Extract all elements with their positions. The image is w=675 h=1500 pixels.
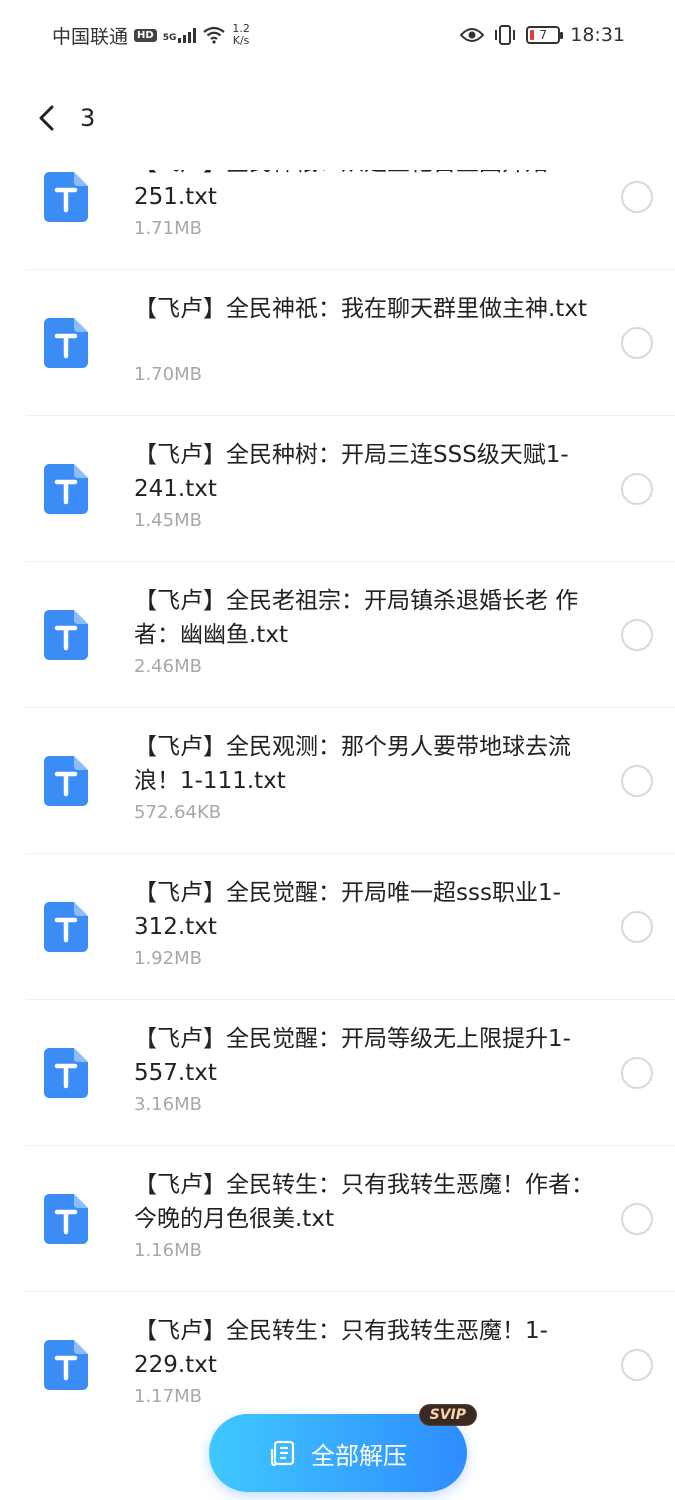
header: 3 (0, 88, 675, 148)
extract-all-label: 全部解压 (311, 1441, 407, 1470)
battery-icon: 7 (526, 26, 564, 44)
status-bar: 中国联通 HD 5G 1.2 K/s 7 18:31 (0, 0, 675, 70)
file-name: 【飞卢】全民觉醒：开局唯一超sss职业1-312.txt (134, 880, 561, 940)
list-item[interactable]: 【飞卢】全民神祇：我在聊天群里做主神.txt 1.70MB (26, 270, 675, 416)
select-radio[interactable] (621, 472, 653, 505)
list-item[interactable]: 【飞卢】全民转生：只有我转生恶魔！作者：今晚的月色很美.txt 1.16MB (26, 1146, 675, 1292)
list-item[interactable]: 【飞卢】全民观测：那个男人要带地球去流浪！1-111.txt 572.64KB (26, 708, 675, 854)
list-item[interactable]: 【飞卢】全民老祖宗：开局镇杀退婚长老 作者：幽幽鱼.txt 2.46MB (26, 562, 675, 708)
file-size: 2.46MB (134, 656, 202, 677)
svip-badge: SVIP (418, 1404, 477, 1426)
file-size: 3.16MB (134, 1094, 202, 1115)
txt-file-icon (44, 755, 88, 806)
txt-file-icon (44, 317, 88, 368)
txt-file-icon (44, 1047, 88, 1098)
file-size: 572.64KB (134, 802, 222, 823)
battery-level: 7 (539, 28, 548, 42)
select-radio[interactable] (621, 180, 653, 213)
file-name: 【飞卢】全民觉醒：开局等级无上限提升1-557.txt (134, 1026, 571, 1086)
list-item[interactable]: 【飞卢】全民神祇：从建立祀古王国开始1-251.txt 1.71MB (26, 170, 675, 270)
file-size: 1.70MB (134, 364, 202, 385)
extract-all-wrap: 全部解压 SVIP (209, 1404, 477, 1492)
network-type: 5G (162, 33, 177, 43)
wifi-icon (203, 26, 226, 44)
select-radio[interactable] (621, 910, 653, 943)
txt-file-icon (44, 1339, 88, 1390)
select-radio[interactable] (621, 326, 653, 359)
eye-icon (460, 28, 485, 42)
file-list[interactable]: 【飞卢】全民神祇：从建立祀古王国开始1-251.txt 1.71MB 【飞卢】全… (0, 170, 675, 1410)
file-size: 1.17MB (134, 1386, 202, 1407)
file-size: 1.71MB (134, 218, 202, 239)
txt-file-icon (44, 609, 88, 660)
txt-file-icon (44, 463, 88, 514)
file-name: 【飞卢】全民神祇：我在聊天群里做主神.txt (134, 296, 587, 322)
list-item[interactable]: 【飞卢】全民觉醒：开局唯一超sss职业1-312.txt 1.92MB (26, 854, 675, 1000)
file-name: 【飞卢】全民种树：开局三连SSS级天赋1-241.txt (134, 442, 569, 502)
file-size: 1.92MB (134, 948, 202, 969)
extract-icon (270, 1440, 295, 1467)
txt-file-icon (44, 1193, 88, 1244)
file-name: 【飞卢】全民观测：那个男人要带地球去流浪！1-111.txt (134, 734, 571, 794)
txt-file-icon (44, 171, 88, 222)
file-name: 【飞卢】全民转生：只有我转生恶魔！1-229.txt (134, 1318, 548, 1378)
list-item[interactable]: 【飞卢】全民种树：开局三连SSS级天赋1-241.txt 1.45MB (26, 416, 675, 562)
txt-file-icon (44, 901, 88, 952)
select-radio[interactable] (621, 1056, 653, 1089)
list-item[interactable]: 【飞卢】全民觉醒：开局等级无上限提升1-557.txt 3.16MB (26, 1000, 675, 1146)
list-item[interactable]: 【飞卢】全民转生：只有我转生恶魔！1-229.txt 1.17MB (26, 1292, 675, 1410)
file-size: 1.45MB (134, 510, 202, 531)
select-radio[interactable] (621, 1348, 653, 1381)
file-size: 1.16MB (134, 1240, 202, 1261)
back-icon[interactable] (32, 104, 60, 132)
select-radio[interactable] (621, 764, 653, 797)
file-name: 【飞卢】全民转生：只有我转生恶魔！作者：今晚的月色很美.txt (134, 1172, 594, 1232)
select-radio[interactable] (621, 618, 653, 651)
hd-badge: HD (134, 28, 157, 42)
vibrate-icon (495, 25, 516, 45)
net-speed: 1.2 K/s (232, 22, 250, 47)
signal-icon: 5G (163, 27, 197, 43)
page-title: 3 (80, 104, 96, 132)
select-radio[interactable] (621, 1202, 653, 1235)
file-name: 【飞卢】全民老祖宗：开局镇杀退婚长老 作者：幽幽鱼.txt (134, 588, 579, 648)
clock: 18:31 (570, 24, 625, 46)
file-name: 【飞卢】全民神祇：从建立祀古王国开始1-251.txt (134, 170, 571, 210)
carrier-label: 中国联通 (52, 25, 129, 48)
